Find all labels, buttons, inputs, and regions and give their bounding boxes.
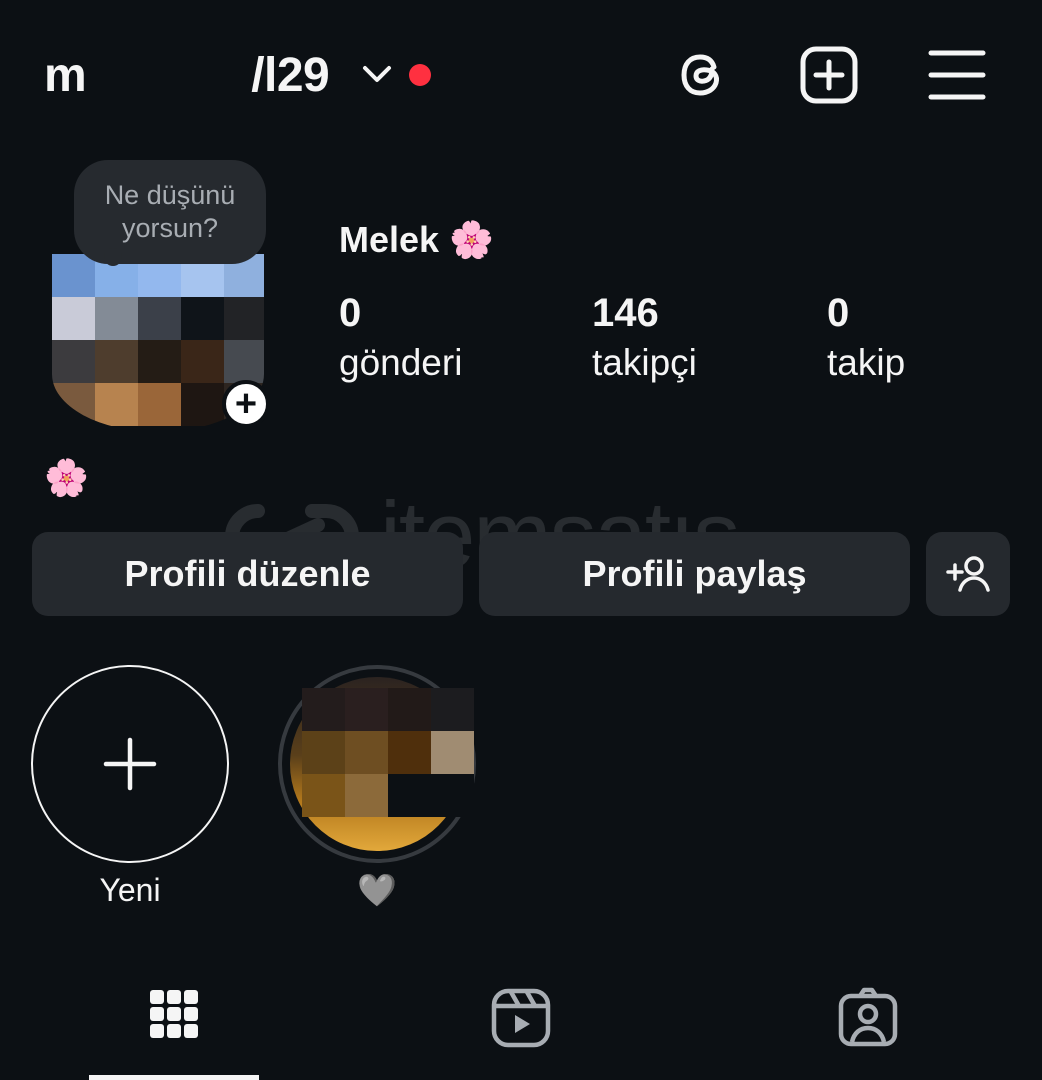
plus-icon bbox=[103, 737, 157, 791]
discover-people-button[interactable] bbox=[926, 532, 1010, 616]
followers-count[interactable]: 146 bbox=[592, 290, 659, 336]
profile-name: Melek 🌸 bbox=[339, 219, 494, 260]
username[interactable]: m/l29 bbox=[44, 44, 330, 108]
following-label[interactable]: takip bbox=[827, 340, 905, 386]
add-story-plus-icon[interactable]: + bbox=[222, 380, 270, 428]
new-highlight-button[interactable] bbox=[31, 665, 229, 863]
threads-icon[interactable] bbox=[670, 44, 732, 106]
notification-dot bbox=[409, 64, 431, 86]
posts-count[interactable]: 0 bbox=[339, 290, 361, 336]
add-person-icon bbox=[946, 556, 990, 592]
following-count[interactable]: 0 bbox=[827, 290, 849, 336]
followers-label[interactable]: takipçi bbox=[592, 340, 697, 386]
highlight-label: 🩶 bbox=[357, 872, 397, 908]
note-bubble-tail bbox=[104, 248, 122, 266]
grid-icon[interactable] bbox=[142, 986, 206, 1050]
posts-label[interactable]: gönderi bbox=[339, 340, 462, 386]
tagged-icon[interactable] bbox=[836, 986, 900, 1050]
username-suffix: /l29 bbox=[251, 49, 330, 102]
menu-icon[interactable] bbox=[926, 44, 988, 106]
profile-bio: 🌸 bbox=[44, 457, 89, 498]
active-tab-indicator bbox=[89, 1075, 259, 1080]
highlight-pixelated-image bbox=[302, 688, 474, 817]
share-profile-button[interactable]: Profili paylaş bbox=[479, 532, 910, 616]
reels-icon[interactable] bbox=[489, 986, 553, 1050]
new-highlight-label: Yeni bbox=[99, 872, 161, 908]
plus-square-icon[interactable] bbox=[798, 44, 860, 106]
edit-profile-button[interactable]: Profili düzenle bbox=[32, 532, 463, 616]
chevron-down-icon[interactable] bbox=[360, 62, 394, 86]
note-bubble[interactable]: Ne düşünü yorsun? bbox=[74, 160, 266, 264]
username-redaction bbox=[86, 52, 252, 105]
username-prefix: m bbox=[44, 49, 87, 102]
